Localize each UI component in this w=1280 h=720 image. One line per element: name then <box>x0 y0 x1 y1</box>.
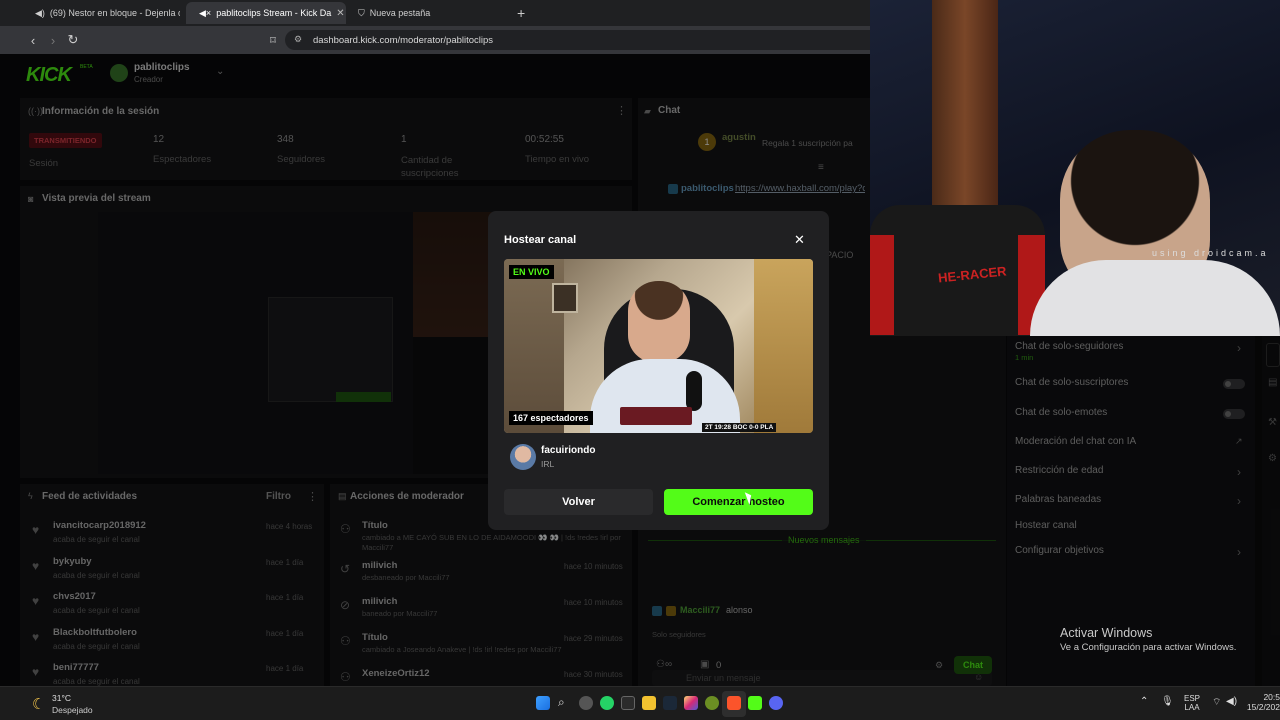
brave-browser-icon[interactable] <box>727 696 741 710</box>
live-badge: EN VIVO <box>509 265 554 279</box>
taskbar: ☾ 31°C Despejado ⌕ ⌃ 🎙 ESP LAA ⌔ ◀) 20:5… <box>0 686 1280 720</box>
weather-temp: 31°C <box>52 693 71 703</box>
activate-windows-text: Ve a Configuración para activar Windows. <box>1060 642 1237 653</box>
volume-icon[interactable]: ◀) <box>1226 696 1237 707</box>
steam-icon[interactable] <box>663 696 677 710</box>
whatsapp-icon[interactable] <box>600 696 614 710</box>
tab-youtube[interactable]: ◀) (69) Nestor en bloque - Dejenla c <box>22 2 180 24</box>
language-bottom: LAA <box>1184 703 1200 712</box>
file-explorer-icon[interactable] <box>642 696 656 710</box>
close-tab-icon[interactable]: ✕ <box>336 8 344 19</box>
speaker-icon: ◀) <box>35 7 45 18</box>
host-preview-thumbnail[interactable]: EN VIVO 167 espectadores 2T 19:28 BOC 0-… <box>504 259 813 433</box>
kick-icon[interactable] <box>748 696 762 710</box>
host-channel-category: IRL <box>541 459 555 469</box>
close-icon[interactable]: ✕ <box>794 232 805 248</box>
wall-picture <box>552 283 578 313</box>
browser-tab-bar: ◀) (69) Nestor en bloque - Dejenla c ◀× … <box>0 0 870 26</box>
streamer-shirt <box>1030 260 1280 336</box>
webcam-watermark: using droidcam.a <box>1152 248 1269 258</box>
reload-icon[interactable]: ↻ <box>64 31 82 49</box>
language-top: ESP <box>1184 694 1201 703</box>
bookmark-icon[interactable]: ⌑ <box>264 31 282 49</box>
score-overlay: 2T 19:28 BOC 0-0 PLA <box>702 423 777 432</box>
app-icon[interactable] <box>705 696 719 710</box>
language-indicator[interactable]: ESP LAA <box>1184 694 1200 712</box>
weather-moon-icon[interactable]: ☾ <box>32 695 45 713</box>
streamer-face <box>628 281 690 363</box>
microphone <box>686 371 702 411</box>
chevron-up-icon[interactable]: ⌃ <box>1140 696 1148 707</box>
app-icon[interactable] <box>621 696 635 710</box>
tab-kick-dashboard[interactable]: ◀× pablitoclips Stream - Kick Da ✕ <box>186 2 346 24</box>
tab-label: (69) Nestor en bloque - Dejenla c <box>49 8 180 18</box>
tab-label: Nueva pestaña <box>369 8 431 18</box>
webcam-overlay: HE-RACER using droidcam.a <box>870 0 1280 336</box>
site-settings-icon[interactable]: ⚙ <box>294 34 302 45</box>
social-overlay <box>620 407 692 425</box>
url-text: dashboard.kick.com/moderator/pablitoclip… <box>313 34 494 46</box>
host-channel-avatar <box>510 444 536 470</box>
start-hosting-button[interactable]: Comenzar hosteo <box>664 489 813 515</box>
url-input[interactable]: ⚙ dashboard.kick.com/moderator/pablitocl… <box>285 30 870 50</box>
new-tab-icon[interactable]: + <box>517 5 525 21</box>
instagram-icon[interactable] <box>684 696 698 710</box>
viewer-count-badge: 167 espectadores <box>509 411 593 425</box>
copilot-icon[interactable] <box>579 696 593 710</box>
back-button[interactable]: Volver <box>504 489 653 515</box>
clock-time: 20:5 <box>1263 692 1280 702</box>
wifi-icon[interactable]: ⌔ <box>1212 696 1221 709</box>
gaming-chair: HE-RACER <box>870 205 1045 336</box>
host-channel-name: facuiriondo <box>541 445 596 456</box>
muted-icon: ◀× <box>199 7 212 18</box>
weather-desc: Despejado <box>52 705 93 715</box>
shield-icon: ⛉ <box>358 7 365 18</box>
tab-label: pablitoclips Stream - Kick Da <box>216 8 332 18</box>
search-icon[interactable]: ⌕ <box>558 695 565 710</box>
clock-date: 15/2/202 <box>1246 702 1280 712</box>
activate-windows-title: Activar Windows <box>1060 626 1153 640</box>
host-channel-modal: Hostear canal ✕ EN VIVO 167 espectadores… <box>488 211 829 530</box>
back-icon[interactable]: ‹ <box>24 31 42 49</box>
discord-icon[interactable] <box>769 696 783 710</box>
tab-new[interactable]: ⛉ Nueva pestaña <box>350 2 510 24</box>
clock[interactable]: 20:5 15/2/202 <box>1246 692 1280 712</box>
windows-start-icon[interactable] <box>536 696 550 710</box>
microphone-icon[interactable]: 🎙 <box>1161 696 1174 707</box>
forward-icon[interactable]: › <box>44 31 62 49</box>
activate-windows-notice: Activar Windows Ve a Configuración para … <box>1060 626 1236 653</box>
chair-brand: HE-RACER <box>937 263 1008 286</box>
modal-title: Hostear canal <box>504 234 577 246</box>
address-bar-row: ‹ › ↻ ⌑ ⚙ dashboard.kick.com/moderator/p… <box>0 26 870 54</box>
